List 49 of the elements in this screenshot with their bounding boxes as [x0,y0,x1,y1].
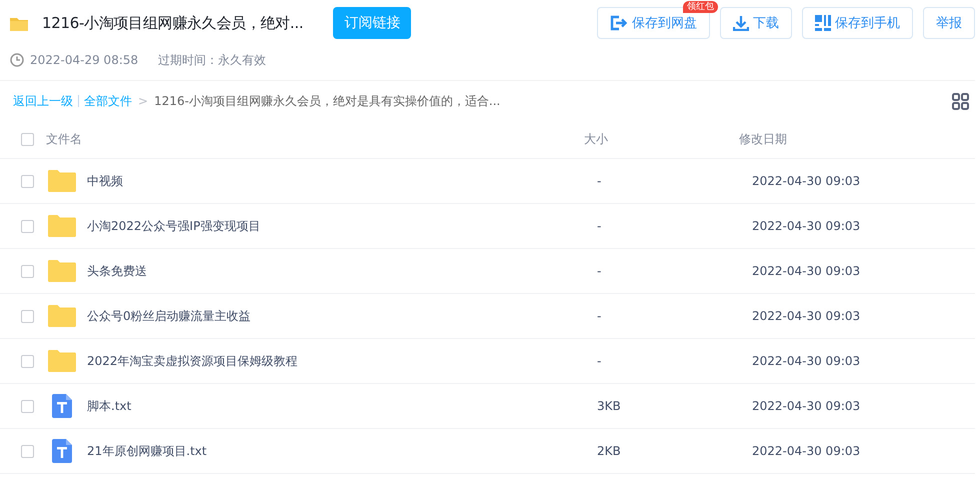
folder-icon [48,215,76,237]
share-title: 1216-小淘项目组网赚永久会员，绝对... [42,14,304,32]
file-size: - [597,309,602,323]
file-name[interactable]: 21年原创网赚项目.txt [87,442,597,460]
expiry-text: 过期时间：永久有效 [158,52,266,68]
modified-date: 2022-04-30 09:03 [752,444,862,458]
column-header: 文件名 [46,131,83,148]
promo-badge: 领红包 [683,1,718,13]
modified-date: 2022-04-30 09:03 [752,219,862,233]
row-checkbox[interactable] [21,444,34,458]
folder-icon [48,305,76,327]
export-icon [610,15,628,31]
file-size: - [597,219,602,233]
column-header: 大小 [584,131,609,148]
file-name[interactable]: 脚本.txt [87,398,597,414]
file-name[interactable]: 中视频 [87,172,597,190]
qr-code-icon [815,15,831,31]
folder-icon [10,16,28,30]
row-checkbox[interactable] [21,400,34,412]
file-size: - [597,174,602,188]
modified-date: 2022-04-30 09:03 [752,354,862,368]
row-checkbox[interactable] [21,264,34,278]
file-size: - [597,264,602,278]
file-size: 3KB [597,399,622,413]
download-icon [733,15,749,31]
clock-icon [10,53,24,67]
modified-date: 2022-04-30 09:03 [752,309,862,323]
modified-date: 2022-04-30 09:03 [752,399,862,413]
row-checkbox[interactable] [21,310,34,322]
row-checkbox[interactable] [21,174,34,188]
grid-view-icon[interactable] [952,92,969,110]
file-size: - [597,354,602,368]
folder-icon [48,170,76,192]
file-name[interactable]: 头条免费送 [87,262,597,280]
file-name[interactable]: 2022年淘宝卖虚拟资源项目保姆级教程 [87,352,597,370]
created-time: 2022-04-29 08:58 [30,53,138,67]
current-folder: 1216-小淘项目组网赚永久会员，绝对是具有实操价值的，适合... [154,92,500,110]
modified-date: 2022-04-30 09:03 [752,264,862,278]
file-size: 2KB [597,444,622,458]
modified-date: 2022-04-30 09:03 [752,174,862,188]
folder-icon [48,350,76,372]
file-name[interactable]: 公众号0粉丝启动赚流量主收益 [87,308,597,324]
row-checkbox[interactable] [21,220,34,232]
breadcrumb-separator: > [138,94,148,108]
file-name[interactable]: 小淘2022公众号强IP强变现项目 [87,218,597,234]
row-checkbox[interactable] [21,354,34,368]
column-header: 修改日期 [739,131,788,148]
select-all-checkbox[interactable] [21,133,34,146]
folder-icon [48,260,76,282]
